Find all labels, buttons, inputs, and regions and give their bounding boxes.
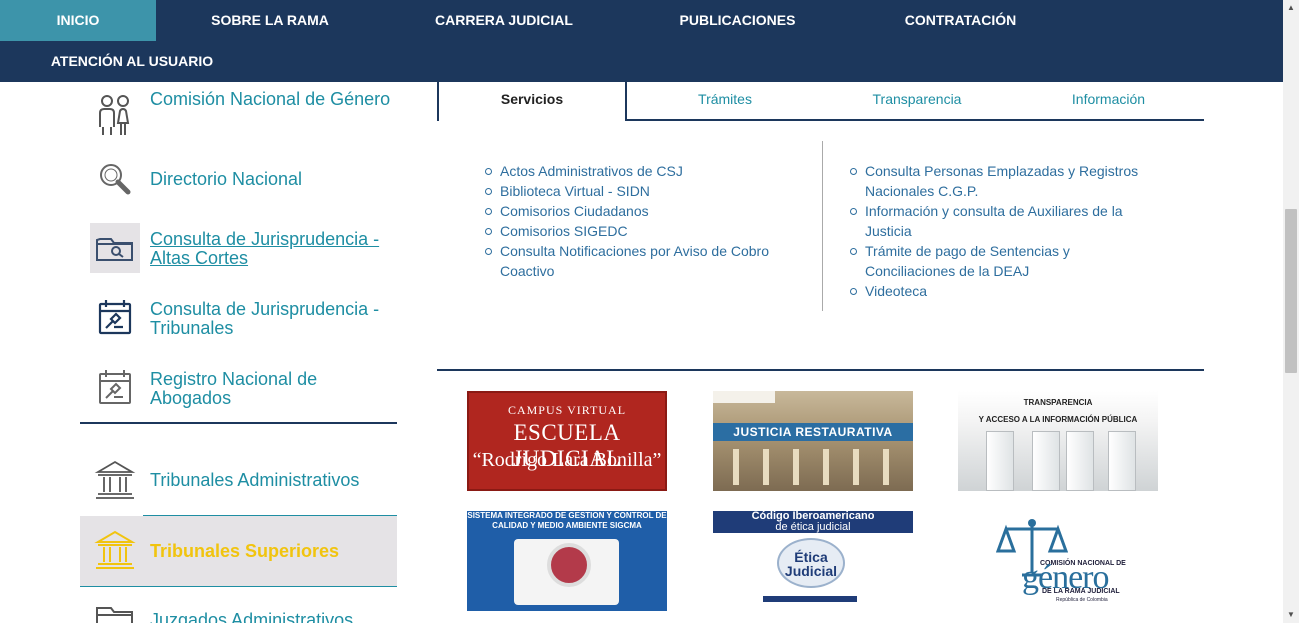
banner-footer-strip — [763, 596, 857, 602]
banner-text: República de Colombia — [1056, 597, 1108, 603]
banner-justicia-restaurativa[interactable]: JUSTICIA RESTAURATIVA — [713, 391, 913, 491]
folder-icon — [96, 607, 133, 623]
main-nav: INICIO SOBRE LA RAMA CARRERA JUDICIAL PU… — [0, 0, 1283, 82]
nav-sobre-la-rama[interactable]: SOBRE LA RAMA — [200, 0, 340, 41]
list-item[interactable]: Comisorios SIGEDC — [485, 221, 785, 241]
sidebar-divider — [80, 586, 397, 587]
door-image — [1066, 431, 1094, 491]
building-column — [763, 449, 769, 485]
sidebar-item-directorio[interactable]: Directorio Nacional — [80, 153, 397, 223]
sigcma-graphic — [514, 539, 619, 605]
door-image — [1108, 431, 1136, 491]
banner-sigcma[interactable]: SISTEMA INTEGRADO DE GESTION Y CONTROL D… — [467, 511, 667, 611]
folder-search-icon — [96, 238, 133, 261]
scroll-thumb[interactable] — [1285, 209, 1297, 373]
banner-etica-judicial[interactable]: Código Iberoamericano de ética judicial … — [713, 511, 913, 611]
page-scrollbar[interactable]: ▲ ▼ — [1283, 0, 1299, 623]
building-column — [793, 449, 799, 485]
list-item[interactable]: Biblioteca Virtual - SIDN — [485, 181, 785, 201]
banner-text: de ética judicial — [775, 521, 851, 533]
section-divider — [437, 369, 1204, 371]
building-column — [733, 449, 739, 485]
services-tabs: Servicios Trámites Transparencia Informa… — [437, 82, 1204, 121]
sidebar-item-label[interactable]: Tribunales Administrativos — [150, 471, 359, 490]
building-column — [823, 449, 829, 485]
sidebar-item-tribunales-administrativos[interactable]: Tribunales Administrativos — [80, 446, 397, 516]
banner-text: TRANSPARENCIA — [1023, 398, 1093, 407]
door-image — [986, 431, 1014, 491]
list-item[interactable]: Actos Administrativos de CSJ — [485, 161, 785, 181]
banner-transparencia[interactable]: TRANSPARENCIA Y ACCESO A LA INFORMACIÓN … — [958, 391, 1158, 491]
courthouse-icon — [94, 530, 136, 569]
list-item[interactable]: Videoteca — [850, 281, 1155, 301]
banner-text: “Rodrigo Lara Bonilla” — [472, 449, 662, 471]
sidebar-item-genero[interactable]: Comisión Nacional de Género — [80, 83, 397, 153]
building-column — [883, 449, 889, 485]
tab-tramites[interactable]: Trámites — [629, 82, 821, 119]
sigcma-circle — [547, 543, 591, 587]
calendar-gavel-icon — [99, 370, 131, 404]
nav-publicaciones[interactable]: PUBLICACIONES — [670, 0, 805, 41]
courthouse-icon — [94, 460, 136, 499]
services-list-right: Consulta Personas Emplazadas y Registros… — [850, 161, 1155, 301]
nav-carrera-judicial[interactable]: CARRERA JUDICIAL — [420, 0, 588, 41]
banner-text: DE LA RAMA JUDICIAL — [1042, 588, 1120, 595]
calendar-gavel-icon — [98, 300, 132, 335]
scroll-down-icon[interactable]: ▼ — [1283, 607, 1299, 623]
list-item[interactable]: Trámite de pago de Sentencias y Concilia… — [850, 241, 1155, 281]
tab-informacion[interactable]: Información — [1013, 82, 1204, 119]
tab-transparencia[interactable]: Transparencia — [821, 82, 1013, 119]
banner-text: SISTEMA INTEGRADO DE GESTION Y CONTROL D… — [467, 511, 667, 530]
magnifier-icon — [100, 164, 131, 195]
list-divider — [822, 141, 823, 311]
sidebar-item-jurisprudencia-altas-cortes[interactable]: Consulta de Jurisprudencia - Altas Corte… — [80, 223, 397, 293]
services-list-left: Actos Administrativos de CSJ Biblioteca … — [485, 161, 785, 281]
sidebar-item-label[interactable]: Registro Nacional de Abogados — [150, 370, 397, 408]
list-item[interactable]: Comisorios Ciudadanos — [485, 201, 785, 221]
etica-globe: Ética Judicial — [777, 538, 845, 588]
tab-servicios[interactable]: Servicios — [437, 82, 627, 121]
banner-header: Código Iberoamericano de ética judicial — [713, 511, 913, 533]
sidebar-item-label[interactable]: Consulta de Jurisprudencia - Tribunales — [150, 300, 397, 338]
nav-contratacion[interactable]: CONTRATACIÓN — [895, 0, 1026, 41]
sidebar-item-label[interactable]: Juzgados Administrativos — [150, 611, 353, 623]
banner-comision-genero[interactable]: COMISIÓN NACIONAL DE género DE LA RAMA J… — [958, 511, 1158, 611]
list-item[interactable]: Información y consulta de Auxiliares de … — [850, 201, 1155, 241]
sidebar-item-tribunales-superiores[interactable]: Tribunales Superiores — [80, 516, 397, 586]
scroll-up-icon[interactable]: ▲ — [1283, 0, 1299, 16]
banner-campus-virtual[interactable]: CAMPUS VIRTUAL ESCUELA JUDICIAL “Rodrigo… — [467, 391, 667, 491]
sidebar-item-label[interactable]: Tribunales Superiores — [150, 542, 339, 561]
sidebar-item-label[interactable]: Consulta de Jurisprudencia - Altas Corte… — [150, 230, 397, 268]
sidebar-item-juzgados-administrativos[interactable]: Juzgados Administrativos — [80, 590, 397, 623]
door-image — [1032, 431, 1060, 491]
list-item[interactable]: Consulta Personas Emplazadas y Registros… — [850, 161, 1155, 201]
logo-strip — [713, 391, 775, 403]
sidebar-divider — [80, 422, 397, 424]
nav-atencion-al-usuario[interactable]: ATENCIÓN AL USUARIO — [42, 41, 222, 82]
sidebar-item-jurisprudencia-tribunales[interactable]: Consulta de Jurisprudencia - Tribunales — [80, 293, 397, 363]
banner-text: JUSTICIA RESTAURATIVA — [713, 423, 913, 441]
banner-text: Y ACCESO A LA INFORMACIÓN PÚBLICA — [978, 415, 1138, 424]
sidebar-item-label[interactable]: Directorio Nacional — [150, 170, 302, 189]
sidebar-item-label[interactable]: Comisión Nacional de Género — [150, 90, 390, 109]
banner-text: CAMPUS VIRTUAL — [507, 403, 627, 417]
list-item[interactable]: Consulta Notificaciones por Aviso de Cob… — [485, 241, 785, 281]
nav-inicio[interactable]: INICIO — [0, 0, 156, 41]
people-icon — [99, 95, 130, 135]
building-column — [853, 449, 859, 485]
